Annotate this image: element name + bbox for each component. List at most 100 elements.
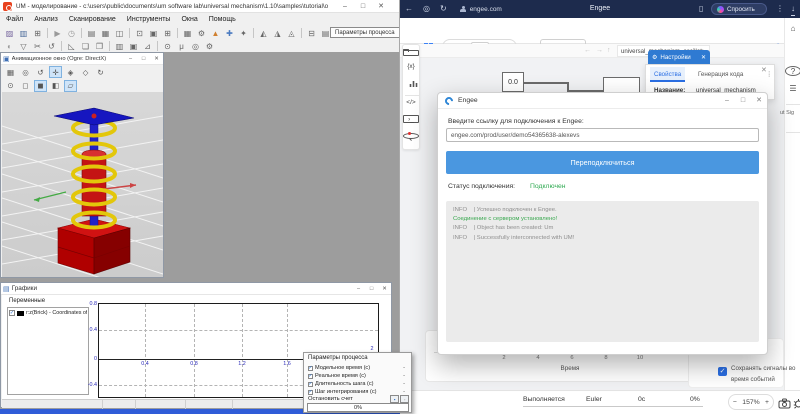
stop-button[interactable]: ▪ [390,395,399,403]
checkbox-checked-icon[interactable]: ✓ [308,374,313,379]
um-toolbar-icon[interactable]: ▨ [3,27,16,39]
maximize-icon[interactable]: □ [137,53,150,65]
minimize-icon[interactable]: – [336,0,354,13]
animation-view-icon[interactable]: ▱ [64,80,77,92]
menu-windows[interactable]: Окна [181,13,197,26]
help-icon[interactable]: ? [785,66,800,76]
um-toolbar-icon[interactable]: ▲ [209,27,222,39]
variables-list[interactable]: ✓ r:z(Brick) - Coordinates of ... [7,307,89,395]
checkbox-checked-icon[interactable]: ✓ [308,366,313,371]
um-toolbar-icon[interactable]: ▽ [17,40,30,52]
debug-bug-icon[interactable] [793,396,800,414]
profile-icon[interactable] [460,6,467,13]
process-parameters-button[interactable]: Параметры процесса [330,27,400,38]
menu-tools[interactable]: Инструменты [127,13,171,26]
um-toolbar-icon[interactable]: ⊞ [31,27,44,39]
um-toolbar-icon[interactable]: ▥ [113,40,126,52]
minimize-icon[interactable]: – [719,93,735,109]
checkbox-checked-icon[interactable]: ✓ [308,382,313,387]
close-icon[interactable]: ✕ [372,0,390,13]
um-toolbar-icon[interactable]: ⊞ [161,27,174,39]
um-toolbar-icon[interactable]: ⊿ [141,40,154,52]
terminal-icon[interactable]: ›_ [403,115,419,123]
menu-analysis[interactable]: Анализ [34,13,58,26]
maximize-icon[interactable]: □ [354,0,372,13]
animation-tool-icon[interactable]: ◇ [79,66,92,78]
checkbox-checked-icon[interactable]: ✓ [308,390,313,395]
um-toolbar-icon[interactable]: ◫ [113,27,126,39]
um-toolbar-icon[interactable]: ⚙ [203,40,216,52]
um-toolbar-icon[interactable]: ◭ [257,27,270,39]
um-toolbar-icon[interactable]: ⊡ [133,27,146,39]
nav-forward-icon[interactable]: → [596,44,603,58]
snapshot-camera-icon[interactable] [778,396,791,414]
tab-properties[interactable]: Свойства [650,67,685,82]
um-toolbar-icon[interactable]: ▤ [85,27,98,39]
reconnect-button[interactable]: Переподключиться [446,151,759,174]
settings-close-icon[interactable]: ✕ [761,66,767,74]
variable-item[interactable]: ✓ r:z(Brick) - Coordinates of ... [8,308,88,318]
um-toolbar-icon[interactable]: ◐ [3,40,16,52]
close-icon[interactable]: ✕ [701,54,706,61]
um-toolbar-icon[interactable]: ◺ [65,40,78,52]
um-toolbar-icon[interactable]: ▦ [181,27,194,39]
ask-ai-button[interactable]: Спросить [711,3,767,15]
bookmark-icon[interactable]: ▯ [699,0,703,18]
minimize-icon[interactable]: – [352,283,365,295]
chart-icon[interactable] [406,79,422,90]
animation-view-icon[interactable]: ◻ [19,80,32,92]
menu-help[interactable]: Помощь [209,13,236,26]
search-icon[interactable] [403,133,419,139]
um-toolbar-icon[interactable]: ⚙ [195,27,208,39]
maximize-icon[interactable]: □ [365,283,378,295]
refresh-icon[interactable]: ↻ [440,0,447,18]
checkbox-checked-icon[interactable]: ✓ [718,367,727,376]
um-toolbar-icon[interactable]: ⊙ [161,40,174,52]
connection-link-input[interactable] [446,128,759,142]
um-toolbar-icon[interactable]: ✂ [31,40,44,52]
um-toolbar-icon[interactable]: ◬ [285,27,298,39]
um-toolbar-icon[interactable]: ❏ [79,40,92,52]
sliders-icon[interactable]: ☰ [785,84,800,93]
um-toolbar-icon[interactable]: ▶ [51,27,64,39]
browser-menu-icon[interactable]: ⋮ [776,0,784,18]
animation-3d-viewport[interactable] [2,92,163,277]
close-icon[interactable]: ✕ [378,283,391,295]
um-toolbar-icon[interactable]: ◎ [189,40,202,52]
animation-view-icon[interactable]: ⊙ [4,80,17,92]
nav-up-icon[interactable]: ↑ [607,44,611,58]
um-toolbar-icon[interactable]: ✦ [237,27,250,39]
maximize-icon[interactable]: □ [735,93,751,109]
um-toolbar-icon[interactable]: ✚ [223,27,236,39]
pause-button[interactable]: ▫ [400,395,409,403]
close-icon[interactable]: ✕ [751,93,767,109]
url-text[interactable]: engee.com [470,6,502,13]
close-icon[interactable]: ✕ [150,53,163,65]
display-block[interactable]: 0.0 [502,72,524,92]
zoom-out-button[interactable]: − [733,399,737,406]
menu-file[interactable]: Файл [6,13,23,26]
download-icon[interactable]: ↓ [791,1,795,16]
um-toolbar-icon[interactable]: ▥ [17,27,30,39]
animation-tool-icon[interactable]: ◈ [64,66,77,78]
variables-icon[interactable]: {x} [403,63,419,70]
extensions-icon[interactable]: ◎ [423,0,430,18]
animation-tool-icon[interactable]: ✛ [49,66,62,78]
um-toolbar-icon[interactable]: ▦ [99,27,112,39]
minimize-icon[interactable]: – [124,53,137,65]
animation-tool-icon[interactable]: ↺ [34,66,47,78]
um-toolbar-icon[interactable]: ↺ [45,40,58,52]
um-toolbar-icon[interactable]: ◮ [271,27,284,39]
home-icon[interactable]: ⌂ [785,24,800,33]
connection-log[interactable]: INFO | Успешно подключен к Engee. Соедин… [446,201,759,342]
files-icon[interactable] [403,50,419,56]
animation-tool-icon[interactable]: ↻ [94,66,107,78]
animation-view-icon[interactable]: ◧ [49,80,62,92]
zoom-in-button[interactable]: + [765,399,769,406]
um-toolbar-icon[interactable]: ▣ [127,40,140,52]
animation-tool-icon[interactable]: ◎ [19,66,32,78]
checkbox-checked-icon[interactable]: ✓ [9,310,15,316]
animation-view-icon[interactable]: ◼ [34,80,47,92]
back-icon[interactable]: ← [405,0,413,18]
tab-code-generation[interactable]: Генерация кода [694,67,747,82]
